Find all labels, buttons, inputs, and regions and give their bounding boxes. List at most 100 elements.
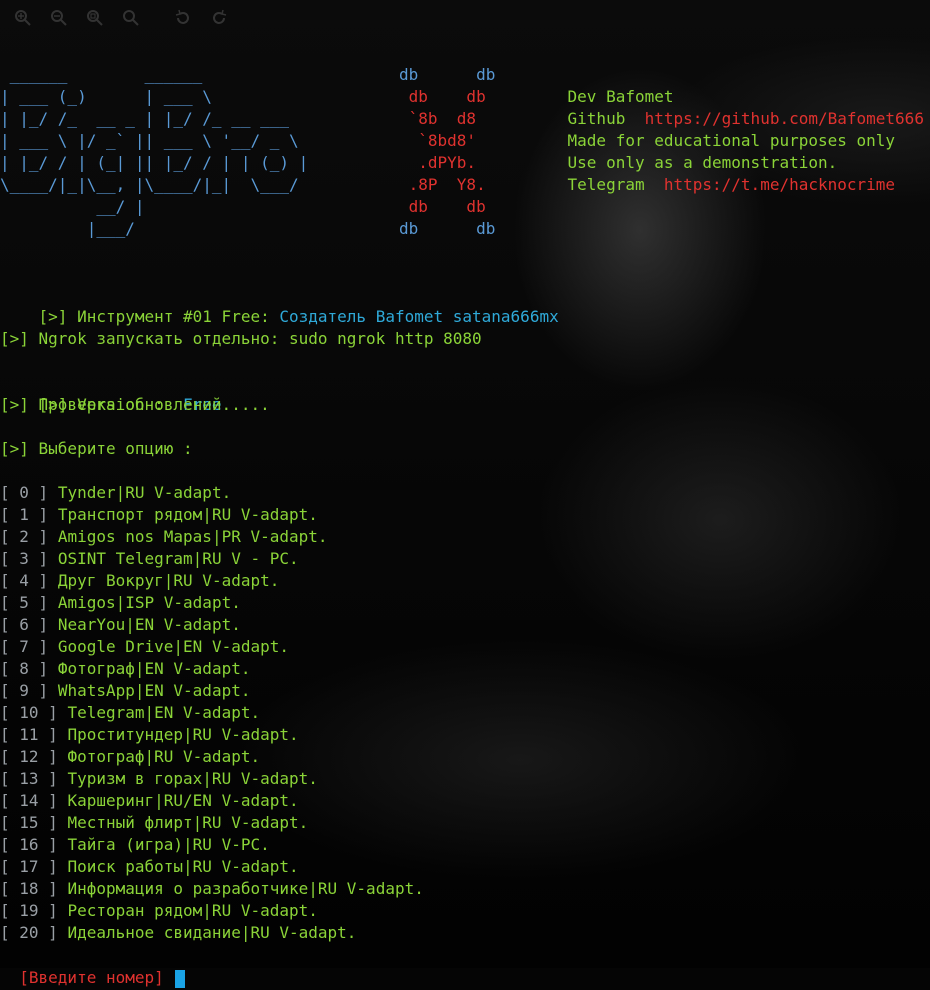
zoom-in-icon[interactable] <box>14 9 32 27</box>
option-label: Туризм в горах|RU V-adapt. <box>67 769 318 788</box>
option-number: [ 6 ] <box>0 615 49 634</box>
option-label: Telegram|EN V-adapt. <box>67 703 261 722</box>
option-label: Местный флирт|RU V-adapt. <box>67 813 309 832</box>
option-item[interactable]: [ 19 ] Ресторан рядом|RU V-adapt. <box>0 900 318 922</box>
option-number: [ 10 ] <box>0 703 58 722</box>
info-github: Github https://github.com/Bafomet666 <box>529 86 924 128</box>
option-label: Ресторан рядом|RU V-adapt. <box>67 901 318 920</box>
option-label: Google Drive|EN V-adapt. <box>57 637 289 656</box>
option-label: Идеальное свидание|RU V-adapt. <box>67 923 357 942</box>
option-item[interactable]: [ 16 ] Тайга (игра)|RU V-PC. <box>0 834 270 856</box>
option-number: [ 1 ] <box>0 505 49 524</box>
version-line: [>] Version : Free <box>0 372 222 414</box>
rotate-right-icon[interactable] <box>210 9 228 27</box>
option-item[interactable]: [ 12 ] Фотограф|RU V-adapt. <box>0 746 260 768</box>
x-mark-line: db db <box>399 87 486 106</box>
banner-art-line: ______ ______ <box>0 65 203 84</box>
option-number: [ 0 ] <box>0 483 49 502</box>
option-item[interactable]: [ 13 ] Туризм в горах|RU V-adapt. <box>0 768 318 790</box>
tool-author: Создатель Bafomet satana666mx <box>279 307 559 326</box>
option-label: Транспорт рядом|RU V-adapt. <box>57 505 318 524</box>
updates-line: [>] Проверка обновлений..... <box>0 395 270 414</box>
option-label: OSINT Telegram|RU V - PC. <box>57 549 299 568</box>
option-number: [ 8 ] <box>0 659 49 678</box>
option-item[interactable]: [ 6 ] NearYou|EN V-adapt. <box>0 614 241 636</box>
option-label: NearYou|EN V-adapt. <box>57 615 241 634</box>
info-educational: Made for educational purposes only <box>529 108 896 150</box>
x-mark-line: `8b d8 <box>399 109 477 128</box>
option-label: Информация о разработчике|RU V-adapt. <box>67 879 424 898</box>
option-number: [ 9 ] <box>0 681 49 700</box>
banner-art-line: __/ | <box>0 197 145 216</box>
input-prompt[interactable]: [Введите номер] <box>0 942 186 988</box>
option-item[interactable]: [ 5 ] Amigos|ISP V-adapt. <box>0 592 241 614</box>
option-item[interactable]: [ 20 ] Идеальное свидание|RU V-adapt. <box>0 922 356 944</box>
option-item[interactable]: [ 4 ] Друг Вокруг|RU V-adapt. <box>0 570 279 592</box>
option-label: Поиск работы|RU V-adapt. <box>67 857 299 876</box>
option-label: Tynder|RU V-adapt. <box>57 483 232 502</box>
option-label: Фотограф|EN V-adapt. <box>57 659 251 678</box>
x-mark-line: `8bd8' <box>399 131 477 150</box>
option-item[interactable]: [ 7 ] Google Drive|EN V-adapt. <box>0 636 289 658</box>
option-item[interactable]: [ 3 ] OSINT Telegram|RU V - PC. <box>0 548 299 570</box>
option-number: [ 16 ] <box>0 835 58 854</box>
tool-line: [>] Инструмент #01 Free: Создатель Bafom… <box>0 284 559 326</box>
option-number: [ 4 ] <box>0 571 49 590</box>
info-telegram: Telegram https://t.me/hacknocrime <box>529 152 896 194</box>
rotate-left-icon[interactable] <box>174 9 192 27</box>
x-mark-line: .8P Y8. <box>399 175 486 194</box>
tool-prefix: [>] Инструмент #01 Free: <box>38 307 280 326</box>
option-item[interactable]: [ 14 ] Каршеринг|RU/EN V-adapt. <box>0 790 299 812</box>
option-label: Amigos|ISP V-adapt. <box>57 593 241 612</box>
banner-art-line: \____/|_|\__, |\____/|_| \___/ <box>0 175 299 194</box>
info-dev: Dev Bafomet <box>529 64 674 106</box>
option-number: [ 11 ] <box>0 725 58 744</box>
x-mark-line: db db <box>399 197 486 216</box>
zoom-fit-icon[interactable] <box>86 9 104 27</box>
option-label: Фотограф|RU V-adapt. <box>67 747 261 766</box>
option-number: [ 7 ] <box>0 637 49 656</box>
text-cursor <box>175 969 186 988</box>
option-number: [ 18 ] <box>0 879 58 898</box>
option-number: [ 14 ] <box>0 791 58 810</box>
search-icon[interactable] <box>122 9 140 27</box>
banner-art-line: | |_/ / | (_| || |_/ / | | (_) | <box>0 153 309 172</box>
option-number: [ 17 ] <box>0 857 58 876</box>
option-item[interactable]: [ 2 ] Amigos nos Mapas|PR V-adapt. <box>0 526 328 548</box>
option-number: [ 12 ] <box>0 747 58 766</box>
option-number: [ 20 ] <box>0 923 58 942</box>
telegram-link[interactable]: https://t.me/hacknocrime <box>664 175 895 194</box>
option-label: Друг Вокруг|RU V-adapt. <box>57 571 280 590</box>
option-label: Проститундер|RU V-adapt. <box>67 725 299 744</box>
terminal-output: ______ ______ | ___ (_) | ___ \ | |_/ /_… <box>0 64 930 942</box>
option-label: Amigos nos Mapas|PR V-adapt. <box>57 527 328 546</box>
option-item[interactable]: [ 1 ] Транспорт рядом|RU V-adapt. <box>0 504 318 526</box>
option-item[interactable]: [ 9 ] WhatsApp|EN V-adapt. <box>0 680 250 702</box>
option-item[interactable]: [ 15 ] Местный флирт|RU V-adapt. <box>0 812 308 834</box>
option-item[interactable]: [ 10 ] Telegram|EN V-adapt. <box>0 702 260 724</box>
x-mark-line: db db <box>399 65 496 84</box>
option-item[interactable]: [ 17 ] Поиск работы|RU V-adapt. <box>0 856 299 878</box>
option-number: [ 15 ] <box>0 813 58 832</box>
banner-art-line: |___/ <box>0 219 135 238</box>
option-label: WhatsApp|EN V-adapt. <box>57 681 251 700</box>
option-label: Тайга (игра)|RU V-PC. <box>67 835 270 854</box>
option-item[interactable]: [ 8 ] Фотограф|EN V-adapt. <box>0 658 250 680</box>
option-number: [ 13 ] <box>0 769 58 788</box>
ngrok-line: [>] Ngrok запускать отдельно: sudo ngrok… <box>0 329 482 348</box>
option-number: [ 2 ] <box>0 527 49 546</box>
zoom-out-icon[interactable] <box>50 9 68 27</box>
info-demo: Use only as a demonstration. <box>529 130 838 172</box>
option-number: [ 5 ] <box>0 593 49 612</box>
banner-art-line: | |_/ /_ __ _ | |_/ /_ __ ___ <box>0 109 289 128</box>
option-item[interactable]: [ 18 ] Информация о разработчике|RU V-ad… <box>0 878 424 900</box>
x-mark-line: db db <box>399 219 496 238</box>
prompt-label: [Введите номер] <box>19 968 164 987</box>
option-item[interactable]: [ 0 ] Tynder|RU V-adapt. <box>0 482 231 504</box>
option-number: [ 3 ] <box>0 549 49 568</box>
choose-line: [>] Выберите опцию : <box>0 439 193 458</box>
banner-art-line: | ___ (_) | ___ \ <box>0 87 212 106</box>
banner-art-line: | ___ \ |/ _` || ___ \ '__/ _ \ <box>0 131 299 150</box>
option-item[interactable]: [ 11 ] Проститундер|RU V-adapt. <box>0 724 299 746</box>
x-mark-line: .dPYb. <box>399 153 477 172</box>
